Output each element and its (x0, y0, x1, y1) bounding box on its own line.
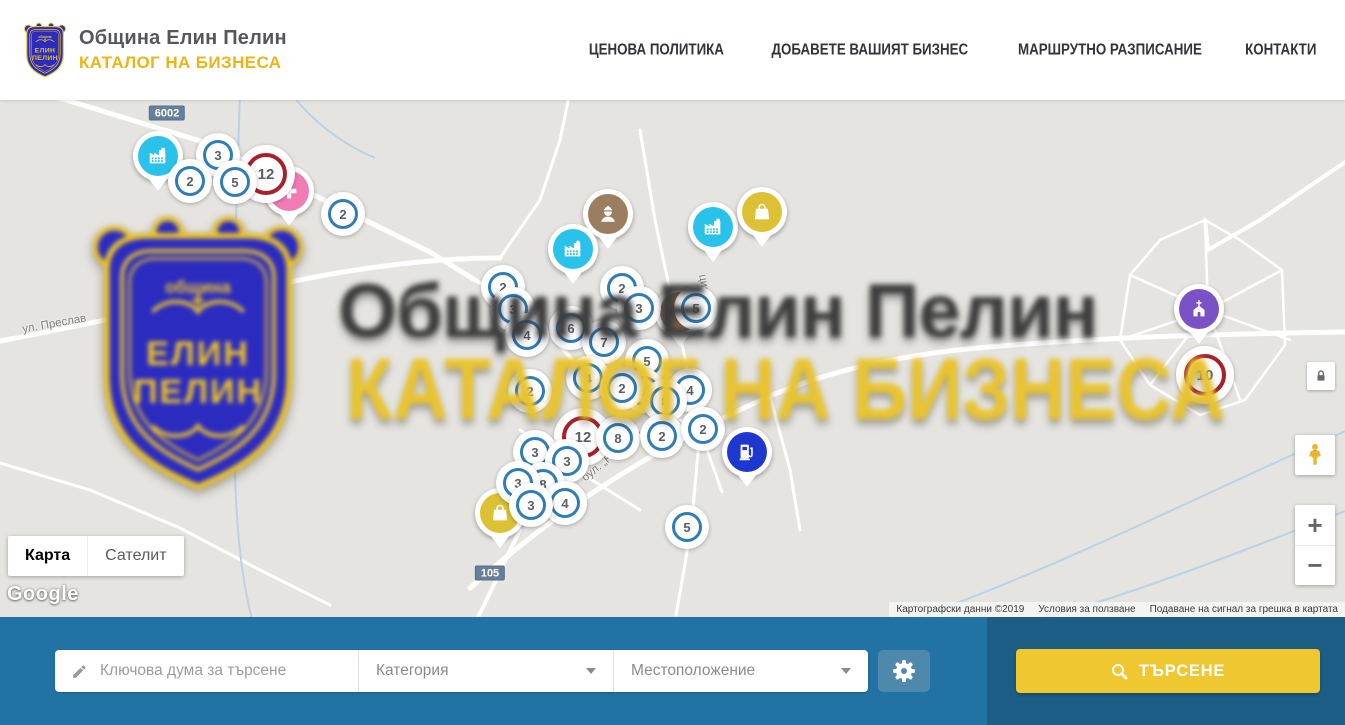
category-marker-fuel-pump[interactable] (722, 427, 772, 477)
cluster-marker[interactable]: 2 (168, 159, 212, 203)
cluster-count: 2 (186, 174, 193, 189)
municipality-emblem-icon: община ЕЛИН ПЕЛИН (22, 22, 68, 79)
cluster-marker[interactable]: 2 (321, 192, 365, 236)
search-button[interactable]: ТЪРСЕНЕ (1016, 649, 1320, 693)
zoom-control: + − (1295, 505, 1335, 585)
cluster-marker[interactable]: 2 (640, 414, 684, 458)
worker-icon (588, 194, 628, 234)
cluster-count: 5 (643, 354, 650, 369)
factory-icon (553, 229, 593, 269)
nav-item-add-business[interactable]: ДОБАВЕТЕ ВАШИЯТ БИЗНЕС (763, 42, 977, 58)
site-title-line2: КАТАЛОГ НА БИЗНЕСА (79, 53, 287, 73)
cluster-count: 3 (531, 445, 538, 460)
cluster-count: 4 (523, 328, 530, 343)
cluster-count: 4 (686, 383, 693, 398)
category-marker-factory[interactable] (688, 202, 738, 252)
lock-icon (1314, 369, 1328, 383)
cluster-count: 4 (561, 496, 568, 511)
nav-item-pricing[interactable]: ЦЕНОВА ПОЛИТИКА (583, 42, 730, 58)
map-canvas[interactable]: 6002 105 ул. Преслав бул. „Новосел ции 1… (0, 100, 1345, 617)
cluster-count: 8 (661, 394, 668, 409)
category-select-label: Категория (376, 662, 448, 680)
cluster-marker[interactable]: 10 (1176, 346, 1234, 404)
cluster-marker[interactable]: 3 (617, 286, 661, 330)
search-button-label: ТЪРСЕНЕ (1139, 662, 1225, 681)
cluster-count: 2 (658, 429, 665, 444)
nav-item-contacts[interactable]: КОНТАКТИ (1242, 42, 1320, 58)
chevron-down-icon (586, 668, 596, 674)
google-logo[interactable]: Google (7, 583, 79, 606)
cluster-marker[interactable]: 8 (596, 416, 640, 460)
cluster-count: 10 (1197, 367, 1214, 384)
cluster-count: 2 (699, 422, 706, 437)
site-title-line1: Община Елин Пелин (79, 27, 287, 50)
church-icon (1179, 289, 1219, 329)
category-marker-factory[interactable] (548, 224, 598, 274)
cluster-count: 2 (526, 384, 533, 399)
keyword-field-wrap (55, 650, 358, 692)
search-form: Категория Местоположение (55, 650, 868, 692)
cluster-marker[interactable]: 5 (213, 160, 257, 204)
category-select[interactable]: Категория (358, 650, 613, 692)
cluster-count: 3 (214, 148, 221, 163)
factory-icon (693, 207, 733, 247)
fuel-pump-icon (727, 432, 767, 472)
pegman-icon (1302, 442, 1328, 468)
cluster-count: 4 (584, 371, 591, 386)
attribution-report-link[interactable]: Подаване на сигнал за грешка в картата (1143, 604, 1345, 615)
zoom-in-button[interactable]: + (1295, 505, 1335, 545)
cluster-count: 3 (563, 454, 570, 469)
cluster-count: 5 (683, 520, 690, 535)
markers-layer: 12325222335647542724812822338343510 (0, 100, 1345, 617)
page: община ЕЛИН ПЕЛИН Община Елин Пелин КАТА… (0, 0, 1345, 725)
svg-text:ЕЛИН: ЕЛИН (35, 47, 56, 54)
search-bar: Категория Местоположение ТЪРСЕНЕ (0, 617, 1345, 725)
pegman-button[interactable] (1295, 435, 1335, 475)
nav-item-route-schedule[interactable]: МАРШРУТНО РАЗПИСАНИЕ (1010, 42, 1210, 58)
cluster-count: 6 (567, 321, 574, 336)
gear-icon (893, 660, 915, 682)
svg-text:ПЕЛИН: ПЕЛИН (32, 55, 58, 62)
search-icon (1111, 663, 1128, 680)
lock-button[interactable] (1307, 362, 1335, 390)
cluster-count: 3 (635, 301, 642, 316)
municipality-logo[interactable]: община ЕЛИН ПЕЛИН Община Елин Пелин КАТА… (22, 22, 287, 79)
cluster-count: 3 (509, 302, 516, 317)
chevron-down-icon (841, 668, 851, 674)
cluster-count: 8 (614, 431, 621, 446)
location-select-label: Местоположение (631, 662, 755, 680)
zoom-out-button[interactable]: − (1295, 545, 1335, 585)
cluster-marker[interactable]: 2 (681, 407, 725, 451)
cluster-marker[interactable]: 2 (600, 366, 644, 410)
advanced-settings-button[interactable] (878, 650, 930, 692)
keyword-input[interactable] (100, 662, 358, 680)
cluster-marker[interactable]: 4 (505, 313, 549, 357)
location-select[interactable]: Местоположение (613, 650, 868, 692)
cluster-marker[interactable]: 3 (509, 483, 553, 527)
map-view-button[interactable]: Карта (8, 536, 87, 576)
cluster-count: 7 (600, 335, 607, 350)
shopping-bag-icon (742, 192, 782, 232)
cluster-count: 3 (527, 498, 534, 513)
cluster-count: 5 (692, 301, 699, 316)
main-nav: ЦЕНОВА ПОЛИТИКА ДОБАВЕТЕ ВАШИЯТ БИЗНЕС М… (583, 42, 1320, 58)
category-marker-church[interactable] (1174, 284, 1224, 334)
cluster-marker[interactable]: 2 (508, 369, 552, 413)
satellite-view-button[interactable]: Сателит (87, 536, 183, 576)
attribution-terms-link[interactable]: Условия за ползване (1031, 604, 1142, 615)
category-marker-shopping-bag[interactable] (737, 187, 787, 237)
cluster-marker[interactable]: 5 (674, 286, 718, 330)
cluster-count: 2 (339, 207, 346, 222)
site-title: Община Елин Пелин КАТАЛОГ НА БИЗНЕСА (79, 27, 287, 73)
cluster-marker[interactable]: 5 (665, 505, 709, 549)
cluster-count: 12 (258, 166, 275, 183)
pencil-icon (71, 663, 88, 680)
cluster-count: 2 (618, 381, 625, 396)
header: община ЕЛИН ПЕЛИН Община Елин Пелин КАТА… (0, 0, 1345, 100)
attribution-bar: Картографски данни ©2019 Условия за полз… (889, 602, 1345, 617)
cluster-count: 5 (231, 175, 238, 190)
map-type-control: Карта Сателит (8, 536, 184, 576)
attribution-copyright: Картографски данни ©2019 (889, 604, 1031, 615)
